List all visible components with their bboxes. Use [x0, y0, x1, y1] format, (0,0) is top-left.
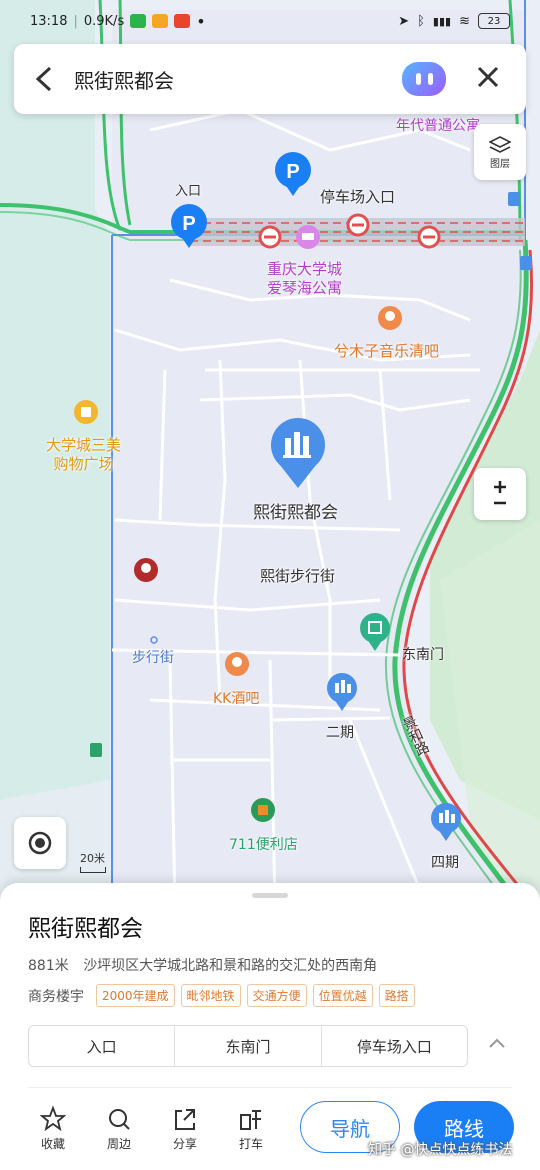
close-icon [477, 66, 499, 87]
scale-bar [80, 867, 106, 873]
taxi-label: 打车 [238, 1137, 263, 1151]
share-label: 分享 [172, 1137, 197, 1151]
divider [28, 1087, 512, 1088]
share-button[interactable]: 分享 [152, 1105, 218, 1152]
layers-button[interactable]: 图层 [474, 124, 526, 180]
map-label-phase4[interactable]: 四期 [431, 852, 459, 872]
map-label-phase2[interactable]: 二期 [326, 722, 354, 742]
battery-level: 23 [487, 15, 501, 27]
tag: 位置优越 [312, 984, 373, 1007]
place-distance: 881米 [28, 958, 69, 974]
zoom-icon [494, 481, 506, 505]
map-label-mall[interactable]: 大学城三美 购物广场 [46, 436, 121, 474]
watermark: 知乎 @快点快点练书法 [368, 1142, 513, 1158]
svg-text:P: P [182, 213, 195, 235]
tag: 路搭 [378, 984, 415, 1007]
locate-button[interactable] [14, 817, 66, 869]
network-speed: 0.9K/s [83, 13, 125, 29]
search-icon [109, 1109, 130, 1130]
entrance-item-southeast-gate[interactable]: 东南门 [175, 1026, 322, 1066]
taxi-button[interactable]: 打车 [218, 1105, 284, 1152]
place-address-line: 881米 沙坪坝区大学城北路和景和路的交汇处的西南角 [28, 955, 377, 975]
location-arrow-icon: ➤ [398, 13, 410, 29]
taxi-icon [240, 1110, 261, 1130]
battery-icon: 23 [478, 13, 510, 29]
map-scale: 20米 [80, 850, 106, 873]
back-button[interactable] [14, 44, 74, 114]
favorite-label: 收藏 [40, 1137, 65, 1151]
status-time: 13:18 [30, 13, 68, 29]
nearby-label: 周边 [106, 1137, 131, 1151]
place-category: 商务楼宇 [28, 988, 84, 1005]
scale-label: 20米 [80, 852, 105, 865]
map-label-pedestrian-street[interactable]: 熙街步行街 [260, 565, 335, 586]
map-label-parking-entrance[interactable]: 停车场入口 [320, 186, 395, 207]
bluetooth-icon: ᛒ [417, 13, 425, 29]
place-address: 沙坪坝区大学城北路和景和路的交汇处的西南角 [83, 958, 378, 974]
drag-handle[interactable] [252, 893, 288, 898]
signal-icon: ▮▮▮ [432, 14, 452, 28]
map-label-music-bar[interactable]: 兮木子音乐清吧 [334, 340, 439, 361]
place-name: 熙街熙都会 [28, 916, 143, 942]
favorite-button[interactable]: 收藏 [20, 1105, 86, 1152]
place-detail-sheet[interactable]: 熙街熙都会 881米 沙坪坝区大学城北路和景和路的交汇处的西南角 商务楼宇 20… [0, 883, 540, 1170]
share-icon [175, 1109, 195, 1130]
tag: 2000年建成 [96, 984, 175, 1007]
map-label-entrance[interactable]: 入口 [175, 180, 201, 199]
layers-icon [489, 135, 511, 153]
dot-icon: • [196, 11, 206, 31]
target-icon [28, 831, 52, 855]
map-view[interactable]: P P 年代普通公寓 入口 停车场入口 重庆大学城 爱琴海公寓 兮木子音乐清吧 … [0, 0, 540, 905]
tag: 毗邻地铁 [180, 984, 241, 1007]
map-label-main-poi[interactable]: 熙街熙都会 [253, 498, 338, 523]
map-label-southeast-gate[interactable]: 东南门 [402, 644, 444, 664]
svg-text:P: P [286, 161, 299, 183]
map-label-kk-bar[interactable]: KK酒吧 [213, 688, 259, 708]
map-label-top-poi[interactable]: 年代普通公寓 [396, 115, 480, 135]
entrance-item-entrance[interactable]: 入口 [29, 1026, 176, 1066]
voice-assistant-button[interactable] [402, 62, 446, 96]
chevron-up-icon[interactable] [488, 1033, 506, 1054]
back-arrow-icon [35, 66, 52, 92]
entrance-list: 入口 东南门 停车场入口 [28, 1025, 468, 1067]
zoom-button[interactable] [474, 468, 526, 520]
nearby-button[interactable]: 周边 [86, 1105, 152, 1152]
layers-label: 图层 [490, 158, 510, 170]
app-root: P P 年代普通公寓 入口 停车场入口 重庆大学城 爱琴海公寓 兮木子音乐清吧 … [0, 0, 540, 1170]
app58-icon [152, 14, 169, 28]
action-bar: 收藏 周边 分享 打车 [20, 1105, 284, 1152]
tag: 交通方便 [246, 984, 307, 1007]
wifi-icon: ≋ [459, 13, 470, 29]
map-label-711[interactable]: 711便利店 [229, 834, 298, 854]
close-button[interactable] [464, 63, 512, 96]
wechat-icon [130, 14, 147, 28]
search-bar[interactable]: 熙街熙都会 [14, 44, 526, 114]
status-bar: 13:18 | 0.9K/s • ➤ ᛒ ▮▮▮ ≋ 23 [0, 0, 540, 42]
search-query[interactable]: 熙街熙都会 [74, 65, 402, 94]
star-icon [40, 1105, 66, 1132]
map-label-hotel[interactable]: 重庆大学城 爱琴海公寓 [267, 260, 342, 298]
news-icon [174, 14, 191, 28]
tag-row: 商务楼宇 2000年建成 毗邻地铁 交通方便 位置优越 路搭 [28, 984, 415, 1007]
entrance-item-parking[interactable]: 停车场入口 [322, 1026, 467, 1066]
map-label-walk-street[interactable]: 步行街 [132, 647, 174, 667]
